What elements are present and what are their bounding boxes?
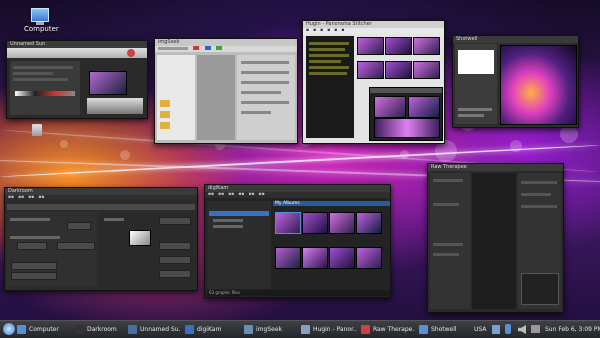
network-icon[interactable]: [492, 325, 500, 334]
taskbar-item-label: Hugin - Panor...: [313, 326, 357, 333]
window-title: Raw Therapee: [428, 164, 563, 171]
photo-thumb[interactable]: [275, 212, 301, 234]
panel-title: My Albums: [273, 201, 390, 206]
taskbar-item-label: imgSeek: [256, 326, 282, 333]
preview-image: [89, 71, 127, 95]
window-icon: [244, 325, 253, 334]
tools-panel: [518, 173, 561, 309]
status-bar: 63 graphic files: [207, 290, 390, 296]
computer-icon: [31, 8, 49, 22]
taskbar-item[interactable]: digiKam: [185, 323, 239, 336]
taskbar-item[interactable]: Computer: [17, 323, 69, 336]
toolbar: [7, 48, 147, 58]
pano-thumb: [385, 37, 412, 55]
window-icon: [128, 325, 137, 334]
preview-subwindow: [369, 87, 443, 141]
pano-thumb: [357, 61, 384, 79]
window-title: imgSeek: [155, 39, 297, 46]
file-list: [306, 36, 354, 138]
window-unnamed-sun[interactable]: Unnamed Sun: [6, 40, 148, 119]
desktop-computer-icon[interactable]: Computer: [24, 8, 59, 33]
taskbar-item-label: Computer: [29, 326, 59, 333]
pano-thumb: [413, 37, 440, 55]
properties-panel: [237, 55, 295, 140]
menubar: [155, 46, 297, 52]
taskbar-item-label: Darkroom: [87, 326, 117, 333]
menubar: ▪▪ ▪▪ ▪▪ ▪▪ ▪▪ ▪▪: [205, 192, 390, 198]
window-title: Darkroom: [5, 188, 197, 195]
computer-icon: [17, 325, 26, 334]
keyboard-layout[interactable]: USA: [474, 323, 486, 336]
digikam-icon: [185, 325, 194, 334]
window-rawtherapee[interactable]: Raw Therapee: [427, 163, 564, 313]
taskbar-item[interactable]: Hugin - Panor...: [301, 323, 357, 336]
settings-panel: [10, 61, 80, 115]
window-title: digiKam: [205, 185, 390, 192]
taskbar-item-label: Shotwell: [431, 326, 457, 333]
window-imgseek[interactable]: imgSeek: [154, 38, 298, 144]
darkroom-icon: [75, 325, 84, 334]
photo-thumb[interactable]: [302, 247, 328, 269]
taskbar-item-label: digiKam: [197, 326, 222, 333]
window-shotwell[interactable]: Shotwell: [452, 35, 579, 128]
sidebar: [455, 44, 497, 124]
menubar: ▪ ▪ ▪ ▪ ▪ ▪: [303, 28, 444, 34]
photo-thumb[interactable]: [356, 247, 382, 269]
photo-viewer: [500, 45, 577, 125]
pano-thumb: [385, 61, 412, 79]
taskbar-item[interactable]: Unnamed Su...: [128, 323, 180, 336]
album-tree: [207, 201, 271, 289]
taskbar-item-label: Unnamed Su...: [140, 326, 180, 333]
pano-thumb: [357, 37, 384, 55]
taskbar-item-label: Raw Therape...: [373, 326, 415, 333]
tab-strip[interactable]: [7, 204, 195, 210]
folder-tree: [157, 55, 195, 140]
window-darkroom[interactable]: Darkroom ▪▪ ▪▪ ▪▪ ▪▪: [4, 187, 198, 291]
window-hugin[interactable]: Hugin - Panorama Stitcher ▪ ▪ ▪ ▪ ▪ ▪: [302, 20, 445, 144]
taskbar-item[interactable]: Raw Therape...: [361, 323, 415, 336]
desktop-computer-label: Computer: [24, 25, 59, 33]
volume-icon[interactable]: [518, 325, 526, 334]
menubar: ▪▪ ▪▪ ▪▪ ▪▪: [5, 195, 197, 201]
window-title: Shotwell: [453, 36, 578, 43]
image-list: [101, 212, 195, 287]
history-panel: [430, 173, 470, 309]
pano-thumb: [413, 61, 440, 79]
display-icon[interactable]: [531, 325, 540, 333]
taskbar-item[interactable]: imgSeek: [244, 323, 296, 336]
shotwell-icon: [419, 325, 428, 334]
photo-thumb[interactable]: [329, 212, 355, 234]
taskbar-item[interactable]: Darkroom: [75, 323, 123, 336]
rawtherapee-icon: [361, 325, 370, 334]
photo-thumb[interactable]: [275, 247, 301, 269]
photo-thumb[interactable]: [302, 212, 328, 234]
window-title: Unnamed Sun: [7, 41, 147, 48]
hugin-icon: [301, 325, 310, 334]
photo-thumb[interactable]: [356, 212, 382, 234]
photo-thumb[interactable]: [329, 247, 355, 269]
bluetooth-icon[interactable]: [505, 324, 511, 334]
options-panel: [7, 212, 97, 287]
taskbar: Computer Darkroom Unnamed Su... digiKam imgS…: [0, 320, 600, 338]
distro-logo-icon[interactable]: [3, 323, 15, 335]
image-preview: [472, 173, 516, 309]
clock[interactable]: Sun Feb 6, 3:09 PM: [545, 323, 600, 336]
window-title: Hugin - Panorama Stitcher: [303, 21, 444, 28]
window-digikam[interactable]: digiKam ▪▪ ▪▪ ▪▪ ▪▪ ▪▪ ▪▪ My Albums 63 graphi…: [204, 184, 391, 298]
taskbar-item[interactable]: Shotwell: [419, 323, 463, 336]
trash-icon[interactable]: [32, 124, 42, 136]
